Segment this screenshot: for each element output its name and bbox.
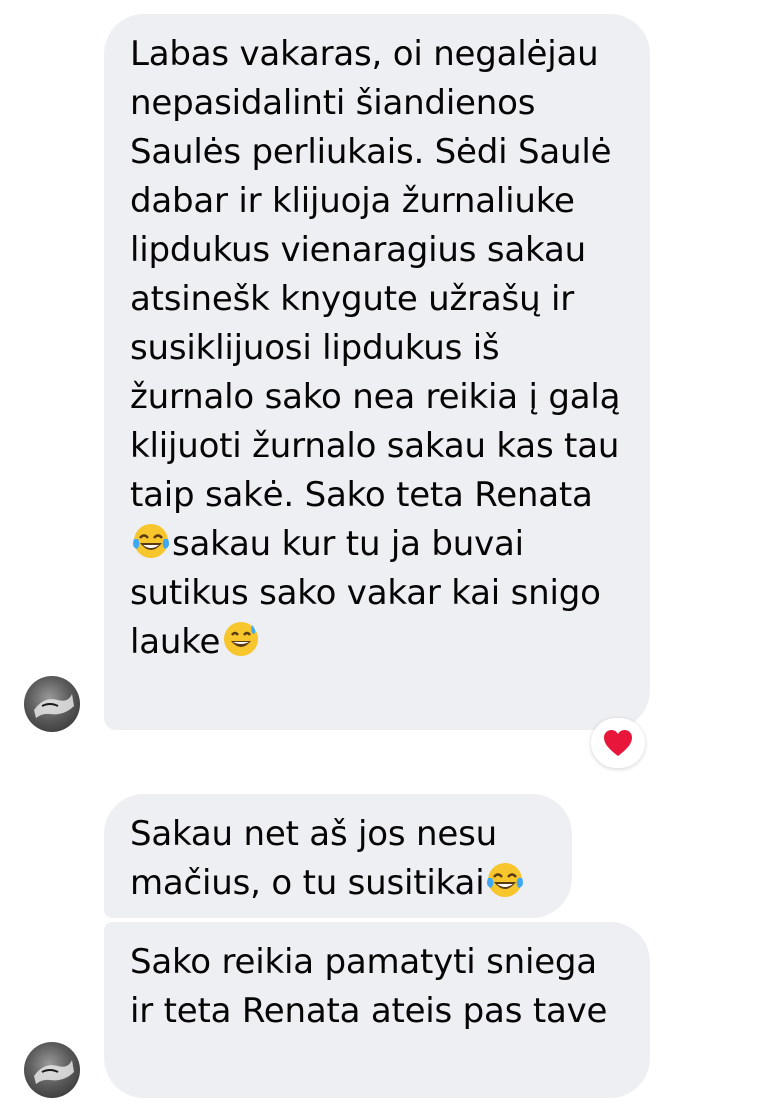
face-with-tears-of-joy-icon <box>487 863 524 897</box>
face-with-tears-of-joy-icon <box>133 524 169 558</box>
grinning-face-with-sweat-icon <box>224 622 259 656</box>
contact-avatar[interactable] <box>24 676 80 732</box>
red-heart-icon <box>604 730 632 756</box>
message-bubble-3[interactable]: Sako reikia pamatyti sniega ir teta Rena… <box>104 922 650 1098</box>
contact-avatar[interactable] <box>24 1042 80 1098</box>
message-bubble-1[interactable]: Labas vakaras, oi negalėjau nepasidalint… <box>104 14 650 730</box>
message-text: Labas vakaras, oi negalėjau nepasidalint… <box>130 34 621 515</box>
message-bubble-2[interactable]: Sakau net aš jos nesu mačius, o tu susit… <box>104 794 572 918</box>
message-text: sakau kur tu ja buvai sutikus sako vakar… <box>130 524 601 662</box>
message-text: Sakau net aš jos nesu mačius, o tu susit… <box>130 814 497 903</box>
message-text: Sako reikia pamatyti sniega ir teta Rena… <box>130 942 608 1031</box>
heart-reaction[interactable] <box>591 718 645 768</box>
